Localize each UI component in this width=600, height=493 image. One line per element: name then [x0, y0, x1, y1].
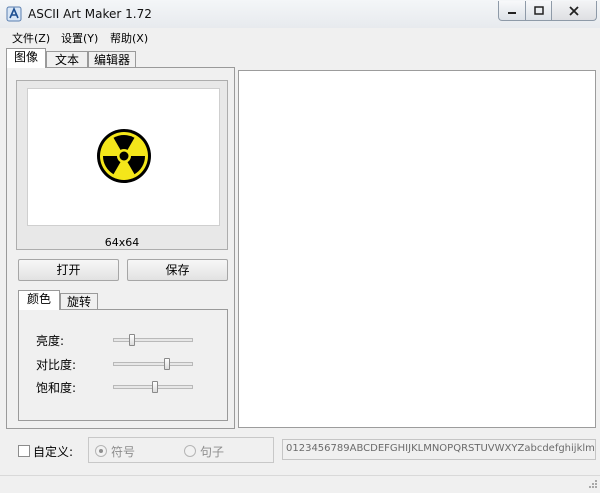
brightness-slider[interactable] [113, 334, 193, 346]
menu-bar: 文件(Z) 设置(Y) 帮助(X) [0, 28, 600, 46]
radio-sentence-label: 句子 [200, 445, 225, 459]
slider-label-saturation: 饱和度: [36, 381, 77, 395]
close-button[interactable] [551, 1, 597, 21]
close-icon [569, 5, 579, 16]
contrast-slider[interactable] [113, 358, 193, 370]
tab-text[interactable]: 文本 [46, 51, 88, 68]
ascii-output-area[interactable] [238, 70, 596, 428]
image-dimensions: 64x64 [104, 236, 140, 249]
brightness-slider-thumb[interactable] [129, 334, 135, 346]
radio-sentence[interactable] [184, 445, 196, 457]
radiation-symbol-icon [97, 129, 151, 183]
tab-rotate[interactable]: 旋转 [60, 293, 98, 310]
resize-grip-icon[interactable] [586, 479, 598, 491]
tab-image[interactable]: 图像 [6, 48, 46, 68]
status-bar [0, 475, 600, 493]
window-title: ASCII Art Maker 1.72 [28, 7, 152, 21]
menu-settings[interactable]: 设置(Y) [61, 30, 98, 46]
app-window: ASCII Art Maker 1.72 文件(Z) 设置(Y) 帮助(X) 图… [0, 0, 600, 493]
tab-editor[interactable]: 编辑器 [88, 51, 136, 68]
custom-chars-input[interactable]: 0123456789ABCDEFGHIJKLMNOPQRSTUVWXYZabcd… [282, 439, 596, 460]
char-type-group: 符号 句子 [88, 437, 274, 463]
radio-symbol-dot [99, 449, 103, 453]
tab-color[interactable]: 颜色 [18, 290, 60, 310]
custom-label: 自定义: [33, 445, 74, 459]
image-preview-panel: 64x64 [16, 80, 228, 250]
radio-symbol-label: 符号 [111, 445, 136, 459]
saturation-slider[interactable] [113, 381, 193, 393]
maximize-icon [533, 6, 544, 15]
app-icon [6, 6, 22, 22]
custom-checkbox[interactable] [18, 445, 30, 457]
image-preview [27, 88, 220, 226]
contrast-slider-thumb[interactable] [164, 358, 170, 370]
radio-symbol[interactable] [95, 445, 107, 457]
minimize-button[interactable] [498, 1, 526, 21]
minimize-icon [508, 11, 516, 14]
slider-label-brightness: 亮度: [36, 334, 65, 348]
menu-file[interactable]: 文件(Z) [12, 30, 50, 46]
slider-label-contrast: 对比度: [36, 358, 77, 372]
title-bar: ASCII Art Maker 1.72 [0, 0, 600, 29]
menu-help[interactable]: 帮助(X) [110, 30, 148, 46]
saturation-slider-thumb[interactable] [152, 381, 158, 393]
open-button[interactable]: 打开 [18, 259, 119, 281]
maximize-button[interactable] [525, 1, 552, 21]
save-button[interactable]: 保存 [127, 259, 228, 281]
